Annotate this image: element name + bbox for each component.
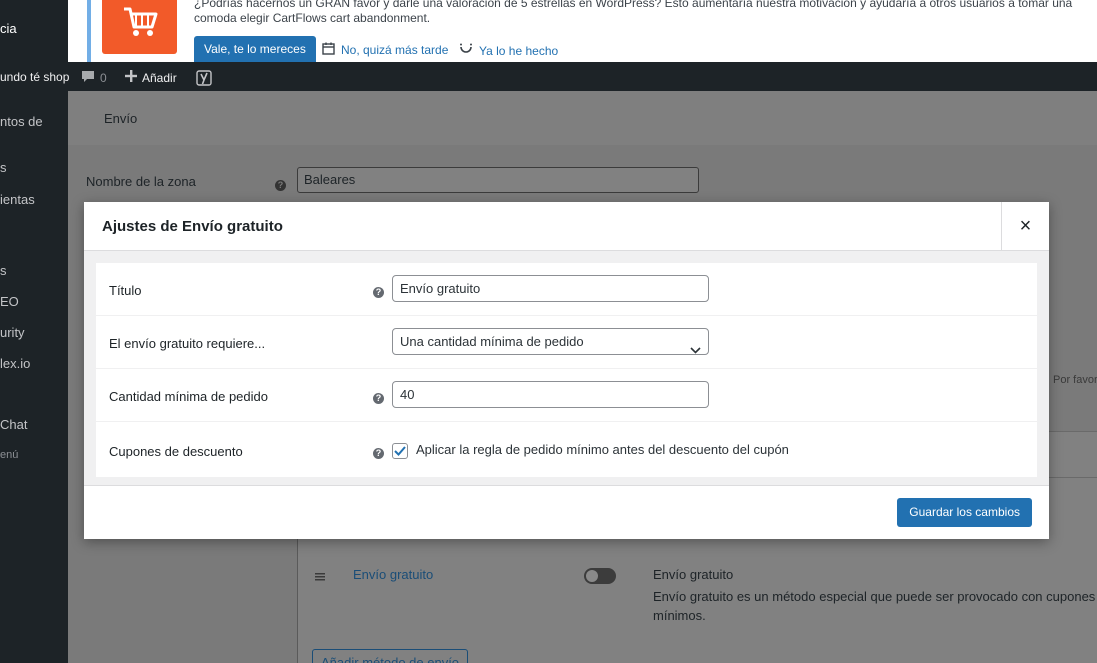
form-row-requires: El envío gratuito requiere... Una cantid… xyxy=(96,316,1037,369)
sidebar-item-6[interactable]: urity xyxy=(0,325,25,340)
form-row-min-amount: Cantidad mínima de pedido ? 40 xyxy=(96,369,1037,422)
free-shipping-settings-modal: Ajustes de Envío gratuito × Título ? Env… xyxy=(84,202,1049,539)
tab-shipping[interactable]: Envío xyxy=(104,111,137,126)
title-help-glyph: ? xyxy=(373,287,384,298)
min-amount-help-glyph: ? xyxy=(373,393,384,404)
already-done-label: Ya lo he hecho xyxy=(479,43,559,58)
zone-hint-text: Por favor xyxy=(1053,374,1097,386)
requires-select[interactable]: Una cantidad mínima de pedido xyxy=(392,328,709,355)
yoast-icon[interactable] xyxy=(196,70,212,86)
already-done-link[interactable]: Ya lo he hecho xyxy=(459,42,558,59)
sidebar-item-1[interactable]: ntos de xyxy=(0,114,43,129)
help-icon: ? xyxy=(275,176,286,191)
sidebar-item-9[interactable]: enú xyxy=(0,449,18,461)
settings-tabs: Envío xyxy=(68,91,1097,145)
method-description: Envío gratuito es un método especial que… xyxy=(653,589,1097,623)
help-icon: ? xyxy=(373,444,384,459)
sidebar-item-5[interactable]: EO xyxy=(0,294,19,309)
sidebar-item-7[interactable]: lex.io xyxy=(0,356,30,371)
cart-icon xyxy=(102,0,177,54)
close-icon: × xyxy=(1019,214,1032,237)
admin-bar: undo té shop 0 Añadir xyxy=(0,62,1097,91)
notice-accent-bar xyxy=(87,0,91,62)
chevron-down-icon xyxy=(690,337,701,362)
add-new-label: Añadir xyxy=(142,70,177,85)
modal-header: Ajustes de Envío gratuito × xyxy=(84,202,1049,251)
add-shipping-method-button[interactable]: Añadir método de envío xyxy=(312,649,469,663)
modal-footer: Guardar los cambios xyxy=(84,485,1049,539)
modal-title: Ajustes de Envío gratuito xyxy=(102,218,283,235)
method-edit-link[interactable]: Envío gratuito xyxy=(353,567,433,582)
plus-icon xyxy=(125,70,137,85)
method-enabled-toggle[interactable] xyxy=(584,568,616,584)
min-amount-label: Cantidad mínima de pedido xyxy=(109,389,268,404)
rate-yes-button[interactable]: Vale, te lo mereces xyxy=(194,36,316,62)
method-title: Envío gratuito xyxy=(653,567,734,582)
sidebar-item-0[interactable]: cia xyxy=(0,21,17,36)
modal-body: Título ? Envío gratuito El envío gratuit… xyxy=(84,251,1049,485)
help-icon: ? xyxy=(373,389,384,404)
comments-count: 0 xyxy=(100,71,107,85)
title-input[interactable]: Envío gratuito xyxy=(392,275,709,302)
admin-sidebar: cia ntos de s ientas s EO urity lex.io C… xyxy=(0,0,68,663)
coupons-help-glyph: ? xyxy=(373,448,384,459)
save-changes-button[interactable]: Guardar los cambios xyxy=(897,498,1032,527)
title-label: Título xyxy=(109,283,142,298)
zone-name-label: Nombre de la zona xyxy=(86,174,196,189)
sidebar-item-2[interactable]: s xyxy=(0,160,7,175)
drag-handle-icon[interactable] xyxy=(315,569,325,584)
add-new-link[interactable]: Añadir xyxy=(125,70,177,85)
requires-selected-value: Una cantidad mínima de pedido xyxy=(400,334,584,349)
help-icon: ? xyxy=(373,283,384,298)
calendar-icon xyxy=(322,42,335,58)
close-button[interactable]: × xyxy=(1001,202,1049,250)
coupons-label: Cupones de descuento xyxy=(109,444,243,459)
notice-text: ¿Podrías hacernos un GRAN favor y darle … xyxy=(194,0,1073,25)
zone-help-glyph: ? xyxy=(275,180,286,191)
coupons-checkbox[interactable] xyxy=(392,443,408,459)
min-amount-input[interactable]: 40 xyxy=(392,381,709,408)
sidebar-item-4[interactable]: s xyxy=(0,263,7,278)
comment-icon xyxy=(81,70,95,86)
sidebar-item-3[interactable]: ientas xyxy=(0,192,35,207)
site-name-link[interactable]: undo té shop xyxy=(0,70,69,84)
requires-label: El envío gratuito requiere... xyxy=(109,336,266,351)
smiley-icon xyxy=(459,42,473,59)
zone-name-input[interactable]: Baleares xyxy=(297,167,699,193)
form-row-coupons: Cupones de descuento ? Aplicar la regla … xyxy=(96,422,1037,475)
checkmark-icon xyxy=(394,446,406,456)
settings-form: Título ? Envío gratuito El envío gratuit… xyxy=(96,263,1037,477)
remind-later-link[interactable]: No, quizá más tarde xyxy=(322,42,448,58)
coupons-checkbox-label[interactable]: Aplicar la regla de pedido mínimo antes … xyxy=(416,442,789,457)
remind-later-label: No, quizá más tarde xyxy=(341,43,449,57)
site-name: undo té shop xyxy=(0,70,70,84)
comments-link[interactable]: 0 xyxy=(81,70,107,86)
review-notice: ¿Podrías hacernos un GRAN favor y darle … xyxy=(68,0,1097,62)
form-row-title: Título ? Envío gratuito xyxy=(96,263,1037,316)
sidebar-item-8[interactable]: Chat xyxy=(0,417,27,432)
